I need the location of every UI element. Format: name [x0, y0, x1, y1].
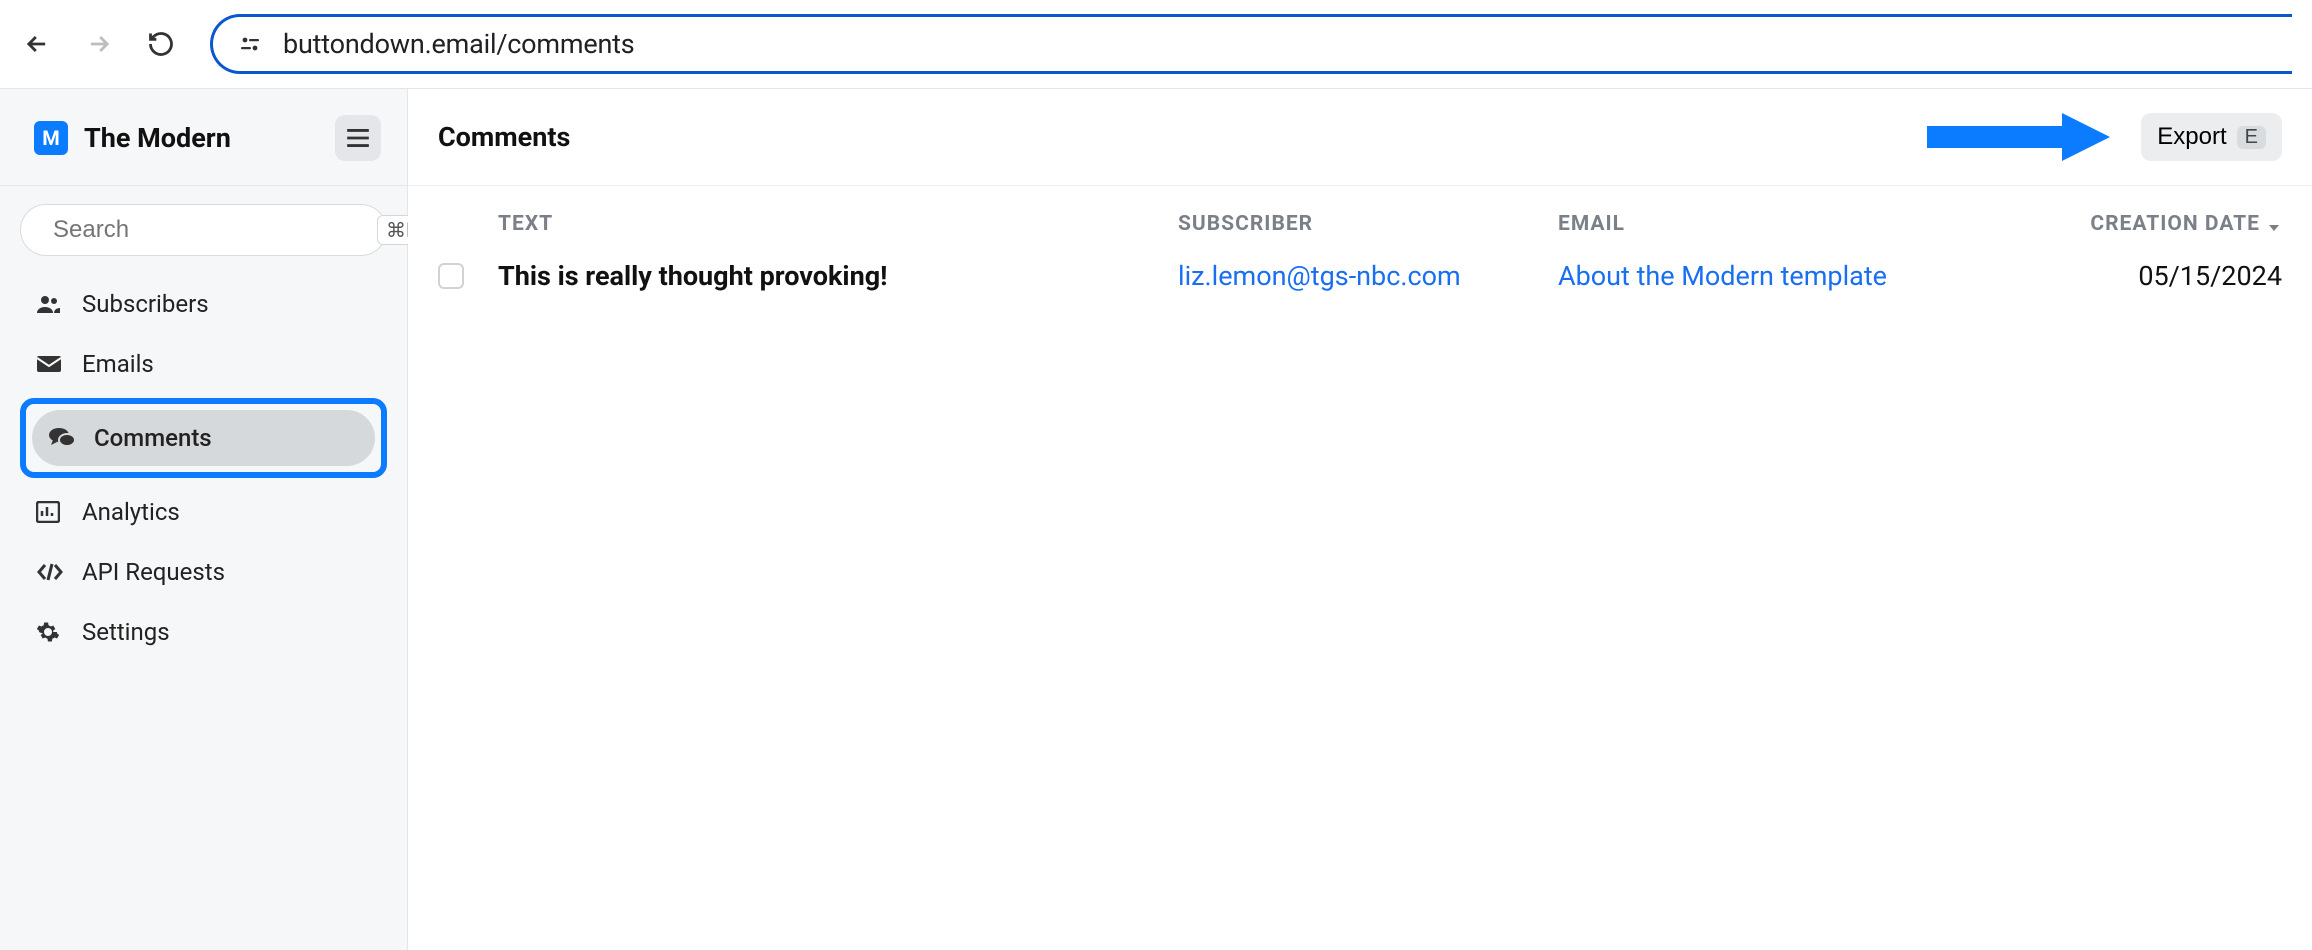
sidebar-item-label: Settings [82, 618, 170, 646]
site-settings-icon[interactable] [237, 31, 263, 57]
main-content: Comments Export E TEXT SUBSCRIBER EMAIL … [408, 88, 2312, 950]
sidebar-item-label: Subscribers [82, 290, 209, 318]
brand-name: The Modern [84, 122, 231, 154]
cell-date: 05/15/2024 [2048, 260, 2282, 292]
table-header: TEXT SUBSCRIBER EMAIL CREATION DATE [438, 186, 2282, 254]
arrow-right-icon [85, 30, 113, 58]
users-icon [36, 293, 64, 315]
gear-icon [36, 620, 64, 644]
sidebar-item-settings[interactable]: Settings [20, 604, 387, 660]
comments-icon [48, 426, 76, 450]
chart-icon [36, 501, 64, 523]
sidebar-nav: Subscribers Emails Comments [0, 266, 407, 670]
reload-button[interactable] [144, 27, 178, 61]
browser-nav [20, 27, 178, 61]
url-bar[interactable]: buttondown.email/comments [210, 14, 2292, 74]
menu-toggle-button[interactable] [335, 115, 381, 161]
cell-email-link[interactable]: About the Modern template [1558, 260, 2048, 292]
export-label: Export [2157, 123, 2226, 151]
sidebar-item-comments[interactable]: Comments [32, 410, 375, 466]
sidebar-header: M The Modern [0, 89, 407, 186]
sidebar-item-analytics[interactable]: Analytics [20, 484, 387, 540]
search-input[interactable]: ⌘K [20, 204, 387, 256]
export-button[interactable]: Export E [2141, 113, 2282, 161]
back-button[interactable] [20, 27, 54, 61]
cell-text: This is really thought provoking! [498, 260, 1178, 292]
forward-button[interactable] [82, 27, 116, 61]
column-text[interactable]: TEXT [498, 212, 1178, 236]
envelope-icon [36, 354, 64, 374]
page-title: Comments [438, 121, 570, 153]
search-field[interactable] [53, 216, 363, 244]
browser-toolbar: buttondown.email/comments [0, 0, 2312, 88]
code-icon [36, 562, 64, 582]
sidebar-item-emails[interactable]: Emails [20, 336, 387, 392]
column-subscriber[interactable]: SUBSCRIBER [1178, 212, 1558, 236]
sidebar-item-api-requests[interactable]: API Requests [20, 544, 387, 600]
arrow-left-icon [23, 30, 51, 58]
annotation-highlight: Comments [20, 398, 387, 478]
table-row[interactable]: This is really thought provoking! liz.le… [438, 254, 2282, 310]
url-text: buttondown.email/comments [283, 28, 635, 60]
sidebar-item-label: Emails [82, 350, 154, 378]
sidebar-item-label: Comments [94, 424, 212, 452]
brand[interactable]: M The Modern [34, 121, 231, 155]
brand-logo: M [34, 121, 68, 155]
sort-desc-icon [2266, 215, 2282, 233]
reload-icon [147, 30, 175, 58]
column-creation-date[interactable]: CREATION DATE [2048, 212, 2282, 236]
annotation-arrow-icon [1922, 107, 2112, 167]
comments-table: TEXT SUBSCRIBER EMAIL CREATION DATE This… [408, 186, 2312, 310]
cell-subscriber-link[interactable]: liz.lemon@tgs-nbc.com [1178, 260, 1558, 292]
sidebar-item-label: Analytics [82, 498, 180, 526]
sidebar-item-subscribers[interactable]: Subscribers [20, 276, 387, 332]
hamburger-icon [345, 127, 371, 149]
sidebar: M The Modern ⌘K Subscribers [0, 88, 408, 950]
row-checkbox[interactable] [438, 263, 464, 289]
column-email[interactable]: EMAIL [1558, 212, 2048, 236]
export-shortcut: E [2237, 126, 2266, 149]
sidebar-item-label: API Requests [82, 558, 225, 586]
page-header: Comments Export E [408, 89, 2312, 186]
